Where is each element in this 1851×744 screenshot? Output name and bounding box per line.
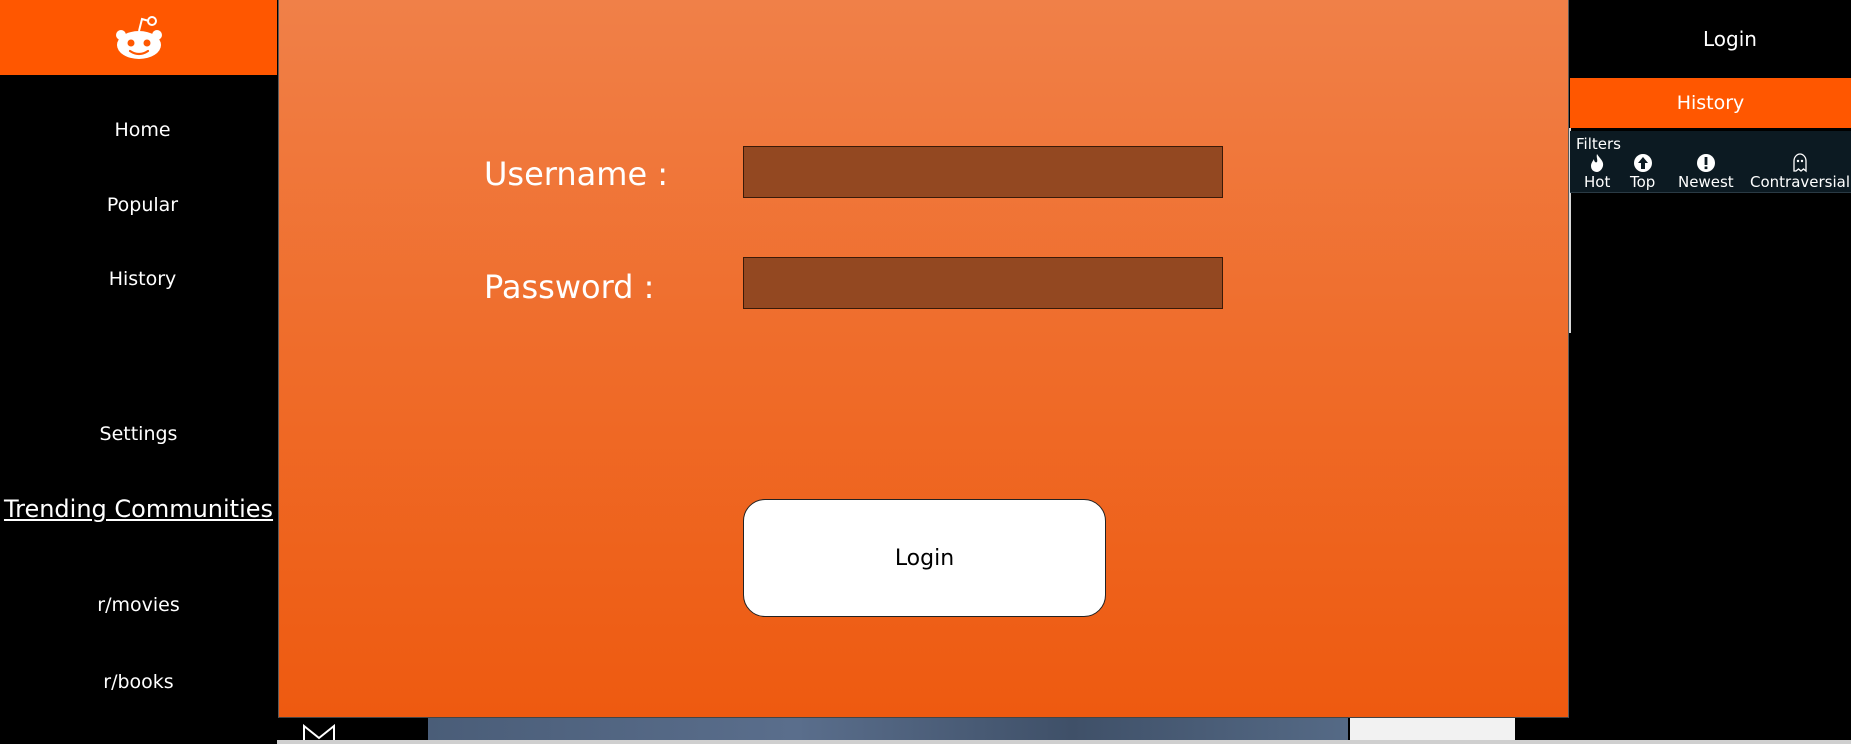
password-input[interactable] (744, 258, 1222, 308)
filter-hot[interactable]: Hot (1584, 153, 1610, 191)
filter-top[interactable]: Top (1630, 153, 1655, 191)
history-tab[interactable]: History (1570, 78, 1851, 128)
filters-title: Filters (1576, 135, 1621, 153)
filter-hot-label: Hot (1584, 173, 1611, 191)
sidebar-item-history[interactable]: History (4, 268, 281, 290)
login-modal: Username : Password : Login (278, 0, 1569, 718)
flame-icon (1591, 154, 1604, 172)
exclamation-badge-icon (1696, 154, 1715, 172)
bottom-divider (0, 740, 1851, 744)
sidebar-item-popular[interactable]: Popular (4, 194, 281, 216)
community-item-books[interactable]: r/books (0, 671, 277, 693)
username-input[interactable] (744, 147, 1222, 197)
reddit-alien-icon (115, 15, 162, 59)
filters-bar: Filters Hot Top Newest Contraversial (1570, 131, 1851, 193)
sidebar-item-settings[interactable]: Settings (0, 423, 277, 445)
arrow-up-circle-icon (1633, 154, 1652, 172)
username-field[interactable] (743, 146, 1223, 198)
sidebar-item-home[interactable]: Home (4, 119, 281, 141)
filter-top-label: Top (1630, 173, 1656, 191)
app-root: Home Popular History Settings Trending C… (0, 0, 1851, 744)
filter-newest-label: Newest (1678, 173, 1734, 191)
password-label: Password : (484, 268, 655, 306)
username-label: Username : (484, 155, 669, 193)
header-login-link[interactable]: Login (1650, 27, 1810, 51)
community-item-movies[interactable]: r/movies (0, 594, 277, 616)
password-field[interactable] (743, 257, 1223, 309)
filter-newest[interactable]: Newest (1678, 153, 1734, 191)
filter-contraversial-label: Contraversial (1750, 173, 1851, 191)
history-tab-label: History (1676, 92, 1745, 114)
trending-communities-heading[interactable]: Trending Communities (0, 495, 277, 523)
login-button[interactable]: Login (743, 499, 1106, 617)
filter-contraversial[interactable]: Contraversial (1750, 153, 1850, 191)
logo[interactable] (0, 0, 277, 75)
ghost-icon (1793, 153, 1807, 173)
sidebar: Home Popular History Settings Trending C… (0, 0, 277, 744)
